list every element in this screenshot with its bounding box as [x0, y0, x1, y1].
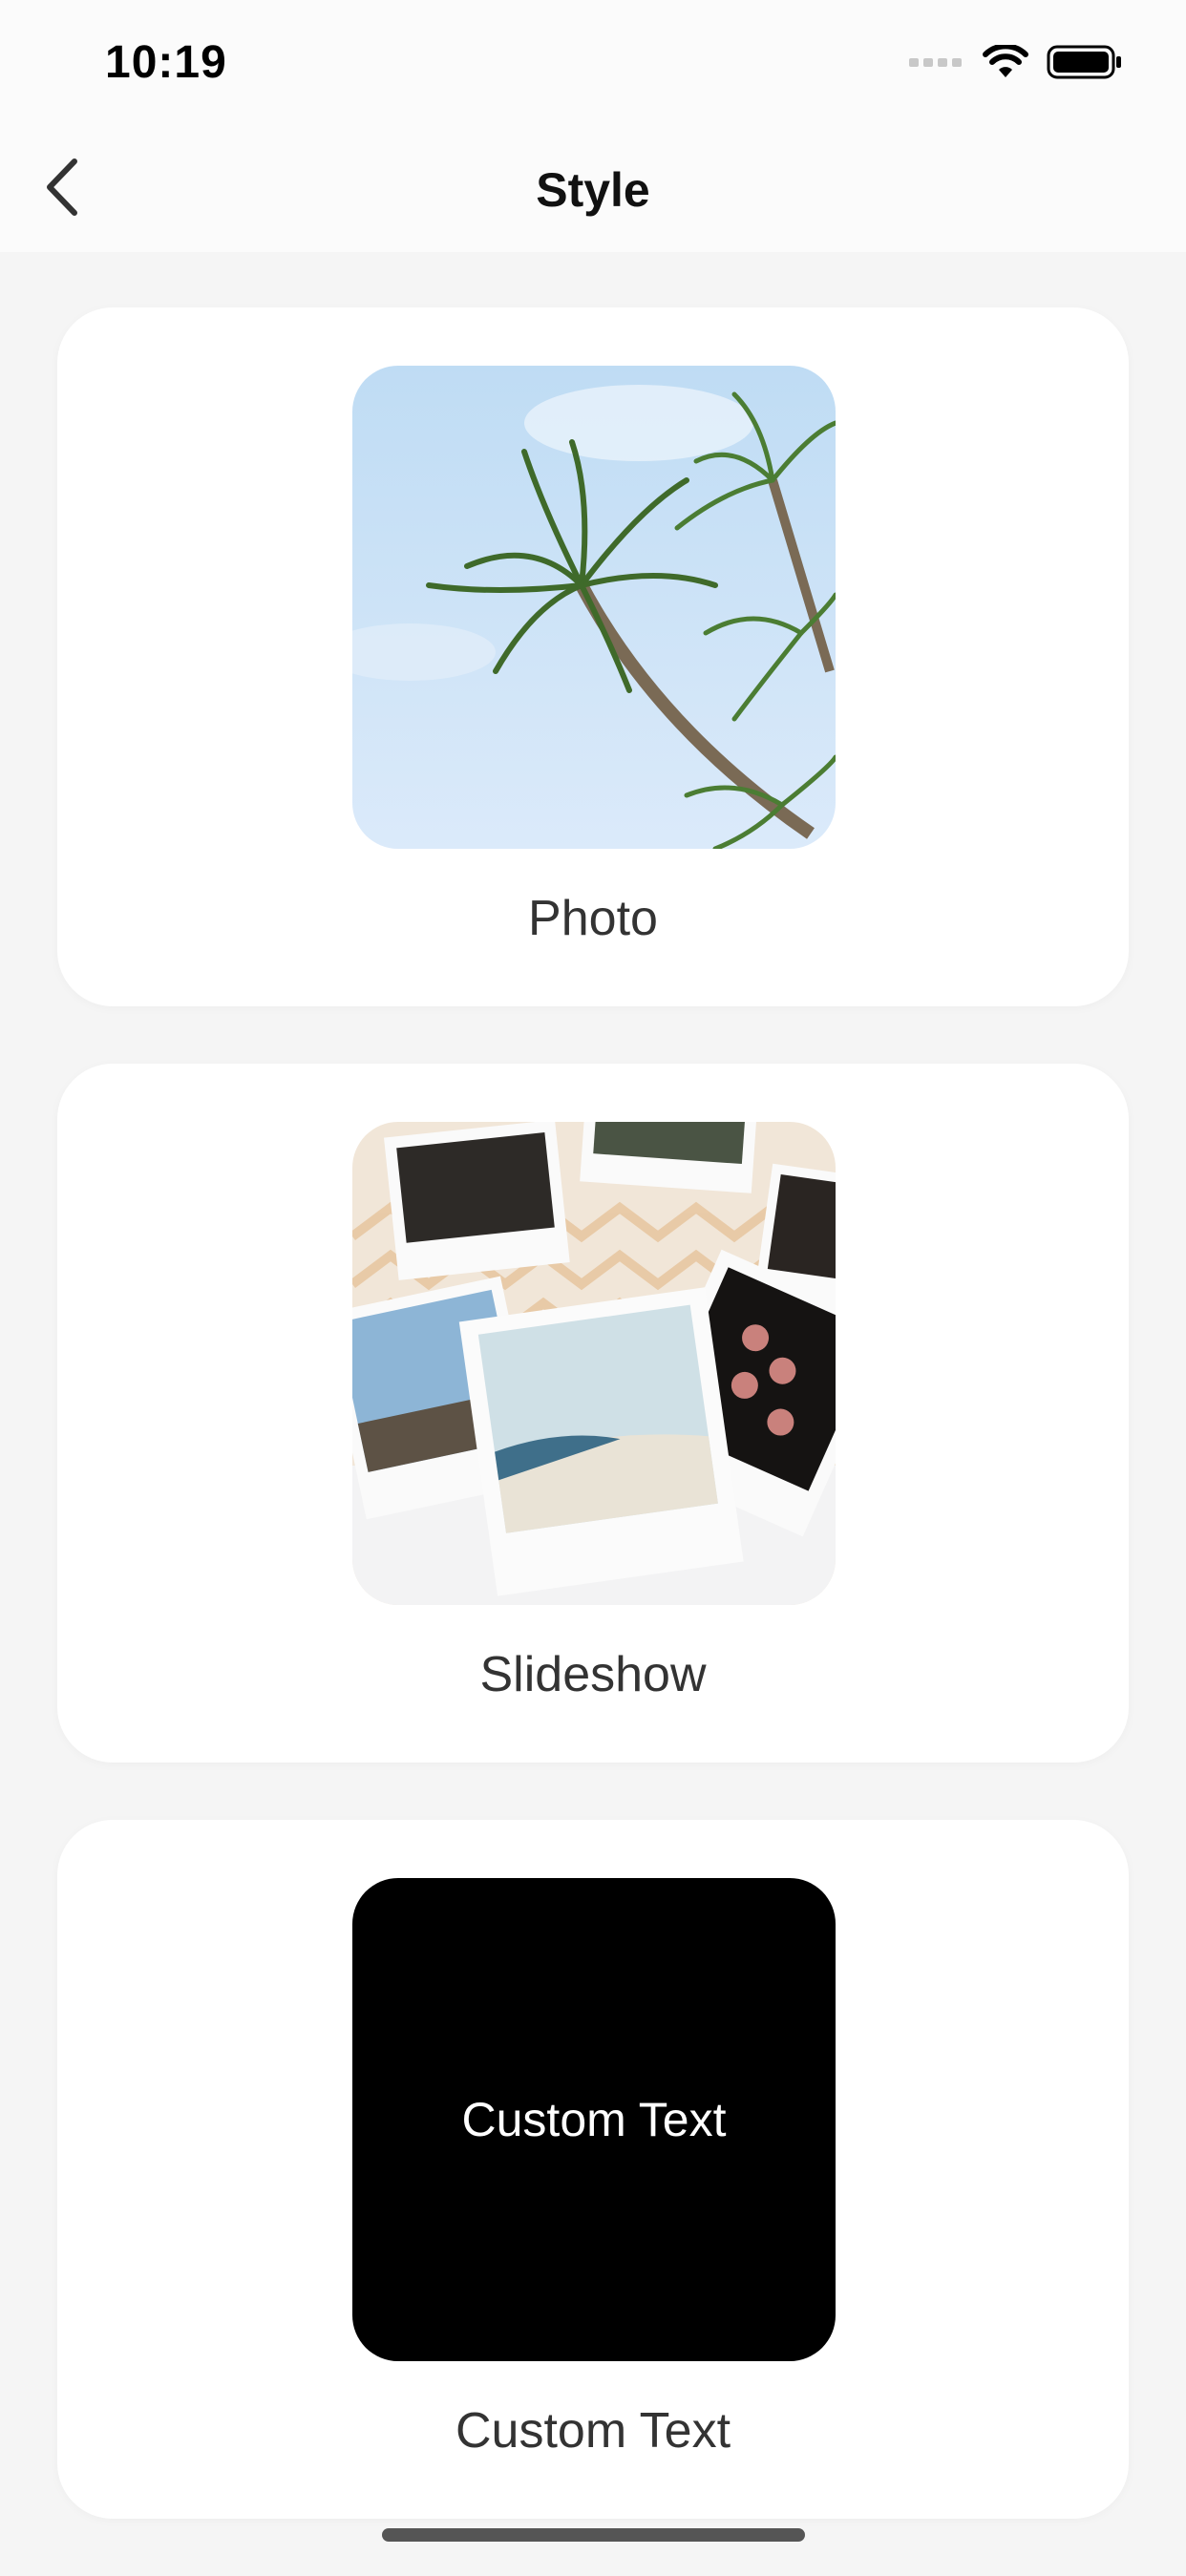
style-label-custom-text: Custom Text: [455, 2403, 731, 2459]
photo-thumbnail: [352, 366, 836, 849]
palm-trees-image: [352, 366, 836, 849]
navigation-bar: Style: [0, 124, 1186, 252]
battery-icon: [1047, 45, 1121, 79]
home-indicator[interactable]: [382, 2528, 805, 2542]
style-list: Photo Slideshow Custom Text Custom Text: [57, 307, 1129, 2576]
style-card-slideshow[interactable]: Slideshow: [57, 1064, 1129, 1763]
style-card-photo[interactable]: Photo: [57, 307, 1129, 1006]
cellular-signal-icon: [909, 58, 962, 67]
status-bar: 10:19: [0, 0, 1186, 124]
status-icons: [909, 44, 1123, 80]
style-card-custom-text[interactable]: Custom Text Custom Text: [57, 1820, 1129, 2519]
custom-text-thumbnail: Custom Text: [352, 1878, 836, 2361]
slideshow-thumbnail: [352, 1122, 836, 1605]
page-title: Style: [536, 163, 650, 217]
wifi-icon: [983, 45, 1028, 77]
style-label-photo: Photo: [528, 891, 658, 946]
custom-text-preview: Custom Text: [461, 2093, 727, 2146]
status-time: 10:19: [105, 37, 227, 88]
style-label-slideshow: Slideshow: [479, 1647, 707, 1702]
polaroids-image: [352, 1122, 836, 1605]
